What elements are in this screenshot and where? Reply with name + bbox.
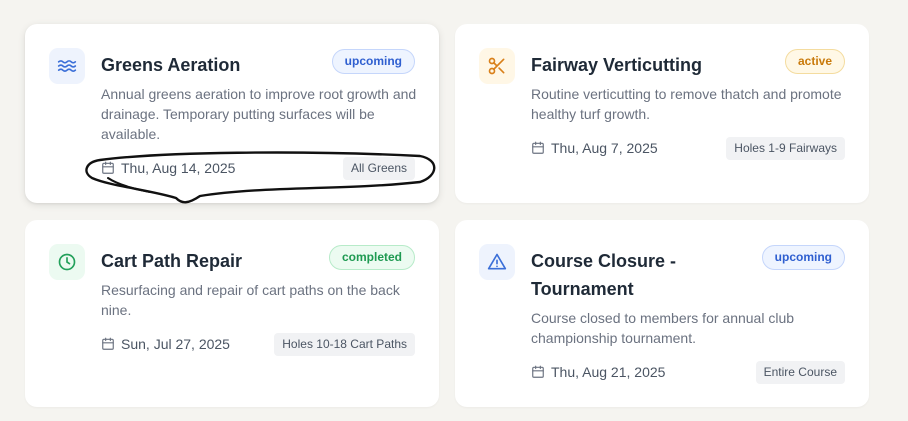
date-text: Sun, Jul 27, 2025: [121, 336, 230, 352]
calendar-icon: [532, 365, 544, 378]
location-tag: Entire Course: [755, 361, 845, 384]
card-date: Thu, Aug 21, 2025: [531, 362, 665, 382]
card-title: Fairway Verticutting: [531, 55, 703, 75]
card-description: Resurfacing and repair of cart paths on …: [101, 282, 400, 318]
maintenance-card[interactable]: Greens Aeration upcoming Annual greens a…: [25, 24, 439, 203]
status-badge: upcoming: [331, 49, 415, 74]
location-tag: Holes 1-9 Fairways: [726, 137, 845, 160]
location-tag: All Greens: [342, 157, 415, 180]
alert-triangle-icon: [479, 244, 515, 280]
calendar-icon: [102, 161, 114, 174]
card-date: Thu, Aug 7, 2025: [531, 138, 658, 158]
maintenance-card[interactable]: Fairway Verticutting active Routine vert…: [455, 24, 869, 203]
maintenance-card[interactable]: Course Closure - Tournament upcoming Cou…: [455, 220, 869, 407]
card-date: Sun, Jul 27, 2025: [101, 334, 230, 354]
card-title: Course Closure - Tournament: [531, 251, 677, 299]
card-title: Greens Aeration: [101, 55, 241, 75]
scissors-icon: [479, 48, 515, 84]
date-text: Thu, Aug 21, 2025: [551, 364, 666, 380]
card-date: Thu, Aug 14, 2025: [101, 158, 235, 178]
clock-icon: [49, 244, 85, 280]
status-badge: upcoming: [761, 245, 845, 270]
location-tag: Holes 10-18 Cart Paths: [274, 333, 415, 356]
card-description: Annual greens aeration to improve root g…: [101, 86, 417, 142]
card-title: Cart Path Repair: [101, 251, 243, 271]
calendar-icon: [532, 141, 544, 154]
card-description: Routine verticutting to remove thatch an…: [531, 86, 842, 122]
calendar-icon: [102, 337, 114, 350]
date-text: Thu, Aug 14, 2025: [121, 160, 236, 176]
status-badge: active: [784, 49, 845, 74]
card-description: Course closed to members for annual club…: [531, 310, 795, 346]
maintenance-card[interactable]: Cart Path Repair completed Resurfacing a…: [25, 220, 439, 407]
status-badge: completed: [328, 245, 415, 270]
date-text: Thu, Aug 7, 2025: [551, 140, 658, 156]
waves-icon: [49, 48, 85, 84]
